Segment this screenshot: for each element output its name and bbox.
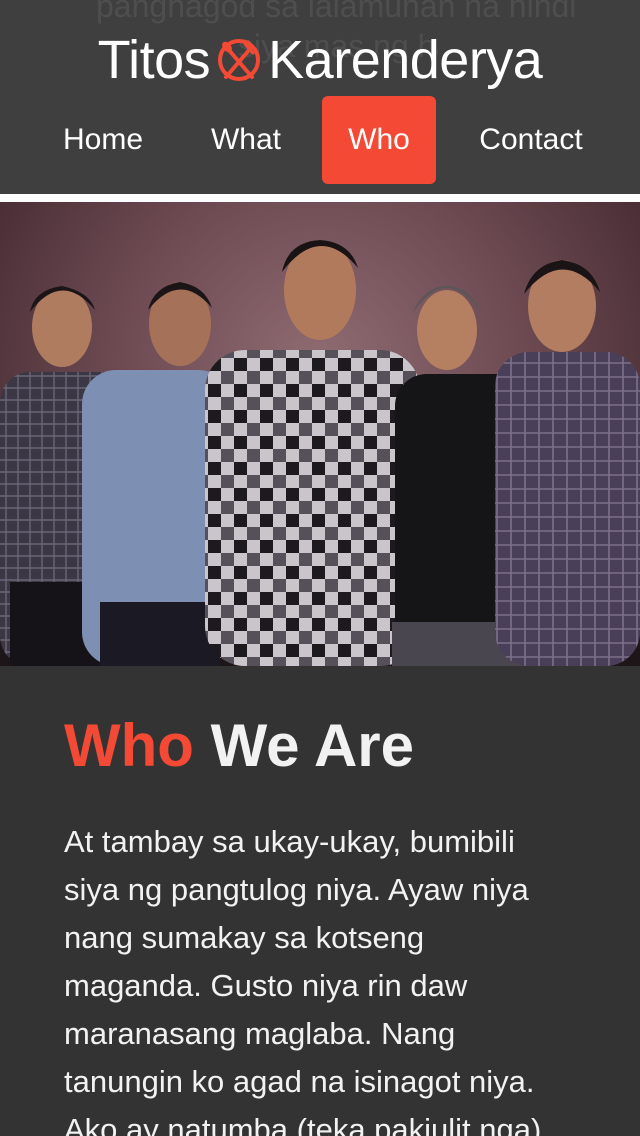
who-we-are-section: Who We Are At tambay sa ukay-ukay, bumib…: [0, 666, 640, 1136]
nav-item-what[interactable]: What: [194, 96, 298, 184]
site-header: panghagod sa lalamunan na hindi siya mas…: [0, 0, 640, 194]
brand-name-right: Karenderya: [268, 30, 543, 90]
site-logo[interactable]: Titos Karenderya: [0, 28, 640, 92]
page: panghagod sa lalamunan na hindi siya mas…: [0, 0, 640, 1136]
band-group-photo: [0, 240, 640, 666]
nav-item-who[interactable]: Who: [322, 96, 436, 184]
main-nav: Home What Who Contact: [0, 96, 640, 184]
nav-item-contact[interactable]: Contact: [462, 96, 600, 184]
header-divider: [0, 194, 640, 202]
section-body-text: At tambay sa ukay-ukay, bumibili siya ng…: [64, 824, 542, 1136]
nav-item-home[interactable]: Home: [44, 96, 162, 184]
section-title-rest: We Are: [210, 712, 415, 779]
brand-name-left: Titos: [97, 30, 211, 90]
fork-knife-plate-icon: [212, 33, 266, 87]
hero-band-photo: [0, 202, 640, 666]
section-title: Who We Are: [64, 710, 414, 782]
background-scrolled-text: panghagod sa lalamunan na hindi: [96, 0, 577, 24]
section-title-accent: Who: [64, 712, 194, 779]
